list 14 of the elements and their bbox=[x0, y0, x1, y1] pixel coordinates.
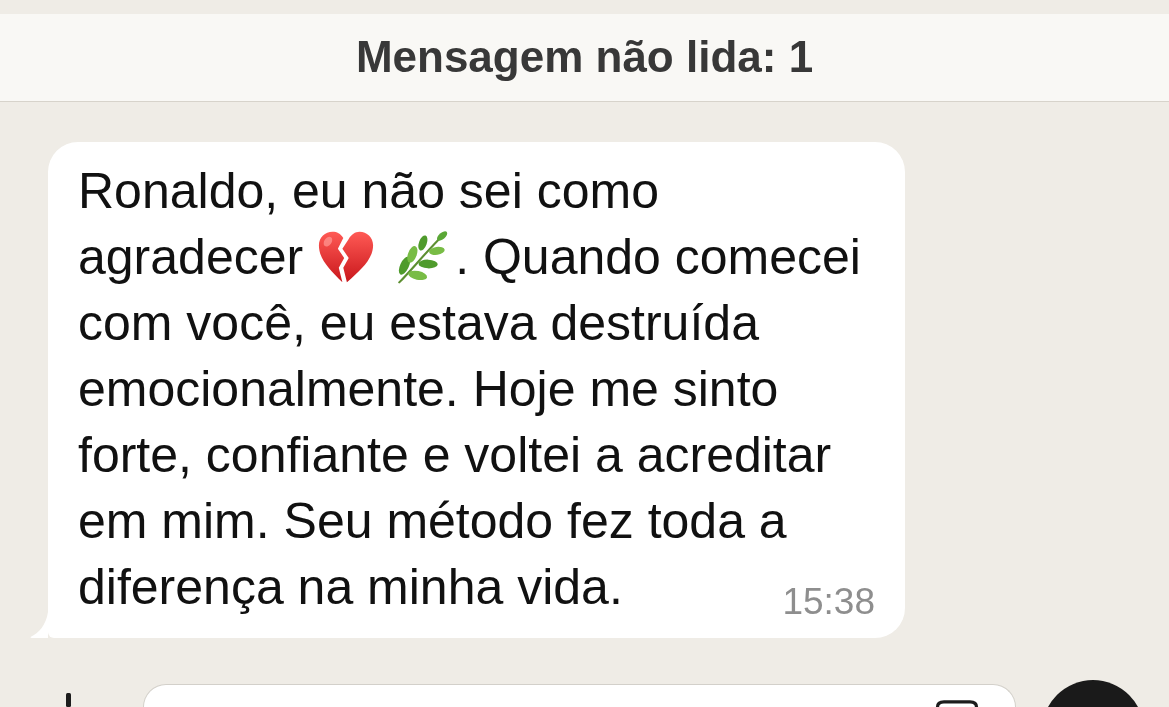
message-text: emocionalmente. Hoje me sinto bbox=[78, 360, 779, 419]
message-text: Ronaldo, eu não sei como bbox=[78, 162, 659, 221]
broken-heart-icon bbox=[317, 229, 376, 285]
message-input-field[interactable] bbox=[143, 684, 1016, 707]
sticker-icon[interactable] bbox=[935, 700, 979, 707]
message-text: diferença na minha vida. bbox=[78, 558, 623, 617]
unread-messages-label: Mensagem não lida: 1 bbox=[355, 31, 814, 84]
message-text: com você, eu estava destruída bbox=[78, 294, 759, 353]
message-text: agradecer bbox=[78, 228, 304, 287]
message-time: 15:38 bbox=[782, 583, 875, 620]
message-text: . Quando comecei bbox=[455, 228, 861, 287]
message-text: forte, confiante e voltei a acreditar bbox=[78, 426, 832, 485]
plus-icon[interactable] bbox=[66, 693, 71, 707]
message-text: em mim. Seu método fez toda a bbox=[78, 492, 787, 551]
